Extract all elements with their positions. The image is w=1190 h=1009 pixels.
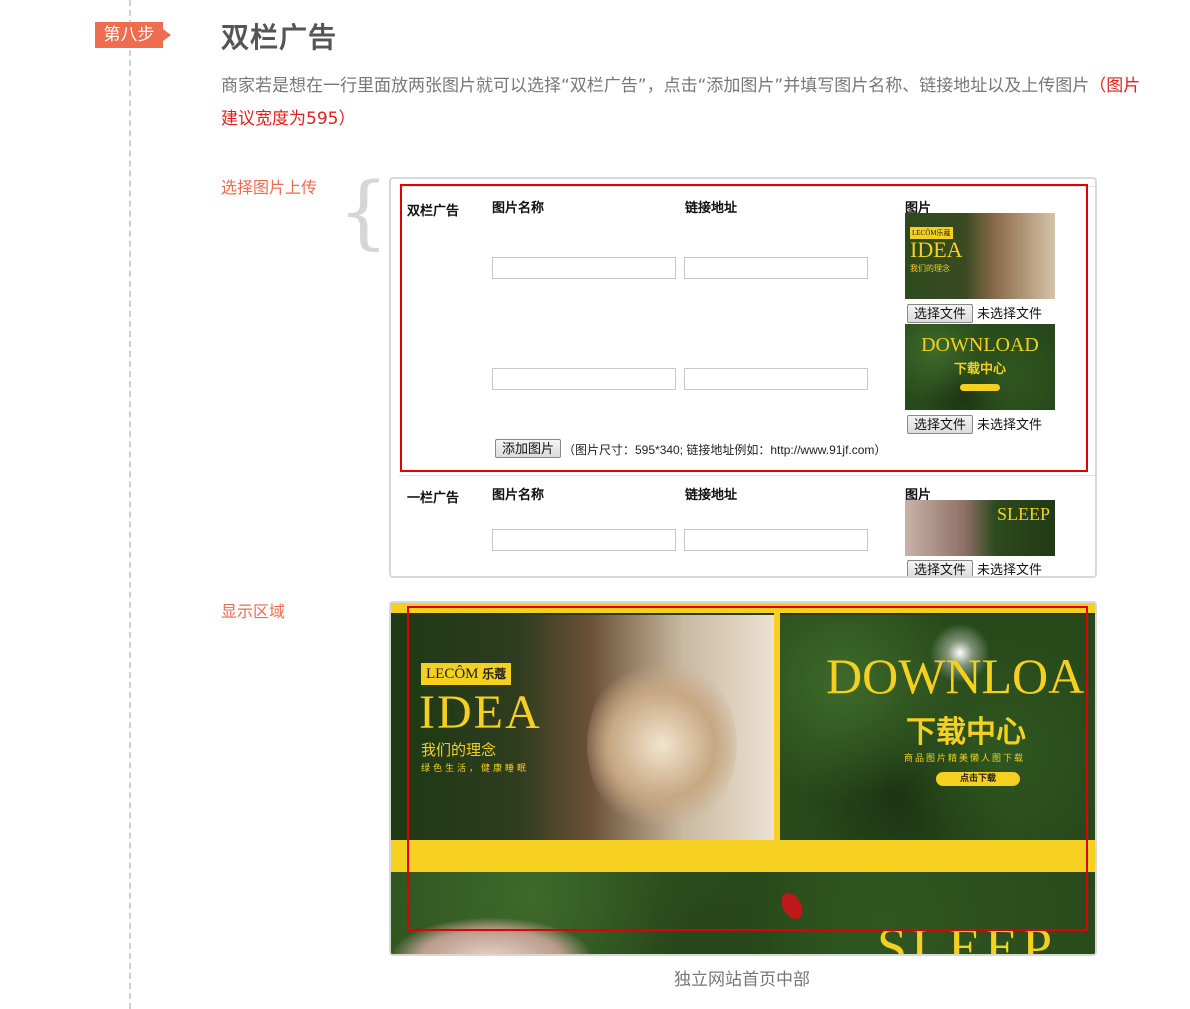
brace-decoration: { — [338, 165, 389, 258]
description-text: 商家若是想在一行里面放两张图片就可以选择“双栏广告”，点击“添加图片”并填写图片… — [221, 76, 1090, 96]
single-ad-label: 一栏广告 — [407, 490, 460, 505]
col-header-link: 链接地址 — [685, 487, 738, 502]
file-status-3: 未选择文件 — [977, 562, 1043, 577]
col-header-name: 图片名称 — [492, 487, 545, 502]
choose-file-button-3[interactable]: 选择文件 — [907, 560, 974, 576]
display-preview-screenshot: LECÔM 乐蔻 IDEA 我们的理念 绿色生活，健康睡眠 DOWNLOA 下载… — [389, 601, 1097, 956]
display-section-label: 显示区域 — [221, 602, 286, 621]
timeline-dashed-line — [129, 0, 131, 1009]
upload-form-screenshot: 双栏广告 图片名称 链接地址 图片 LECÔM乐蔻 IDEA 我们的理念 选择文… — [389, 177, 1097, 578]
thumb-title: SLEEP — [997, 504, 1051, 524]
upload-section-label: 选择图片上传 — [221, 178, 318, 197]
highlight-box-display — [407, 606, 1088, 931]
highlight-box-double-ad — [400, 184, 1088, 472]
sleep-banner-thumbnail: SLEEP — [905, 500, 1055, 556]
page-title: 双栏广告 — [221, 21, 338, 54]
step-badge: 第八步 — [95, 22, 171, 48]
image-name-input-3[interactable] — [492, 529, 676, 551]
file-picker-3: 选择文件 未选择文件 — [907, 559, 1043, 577]
divider — [399, 475, 1095, 476]
display-caption: 独立网站首页中部 — [674, 970, 810, 990]
step-description: 商家若是想在一行里面放两张图片就可以选择“双栏广告”，点击“添加图片”并填写图片… — [221, 70, 1151, 136]
link-url-input-3[interactable] — [684, 529, 868, 551]
